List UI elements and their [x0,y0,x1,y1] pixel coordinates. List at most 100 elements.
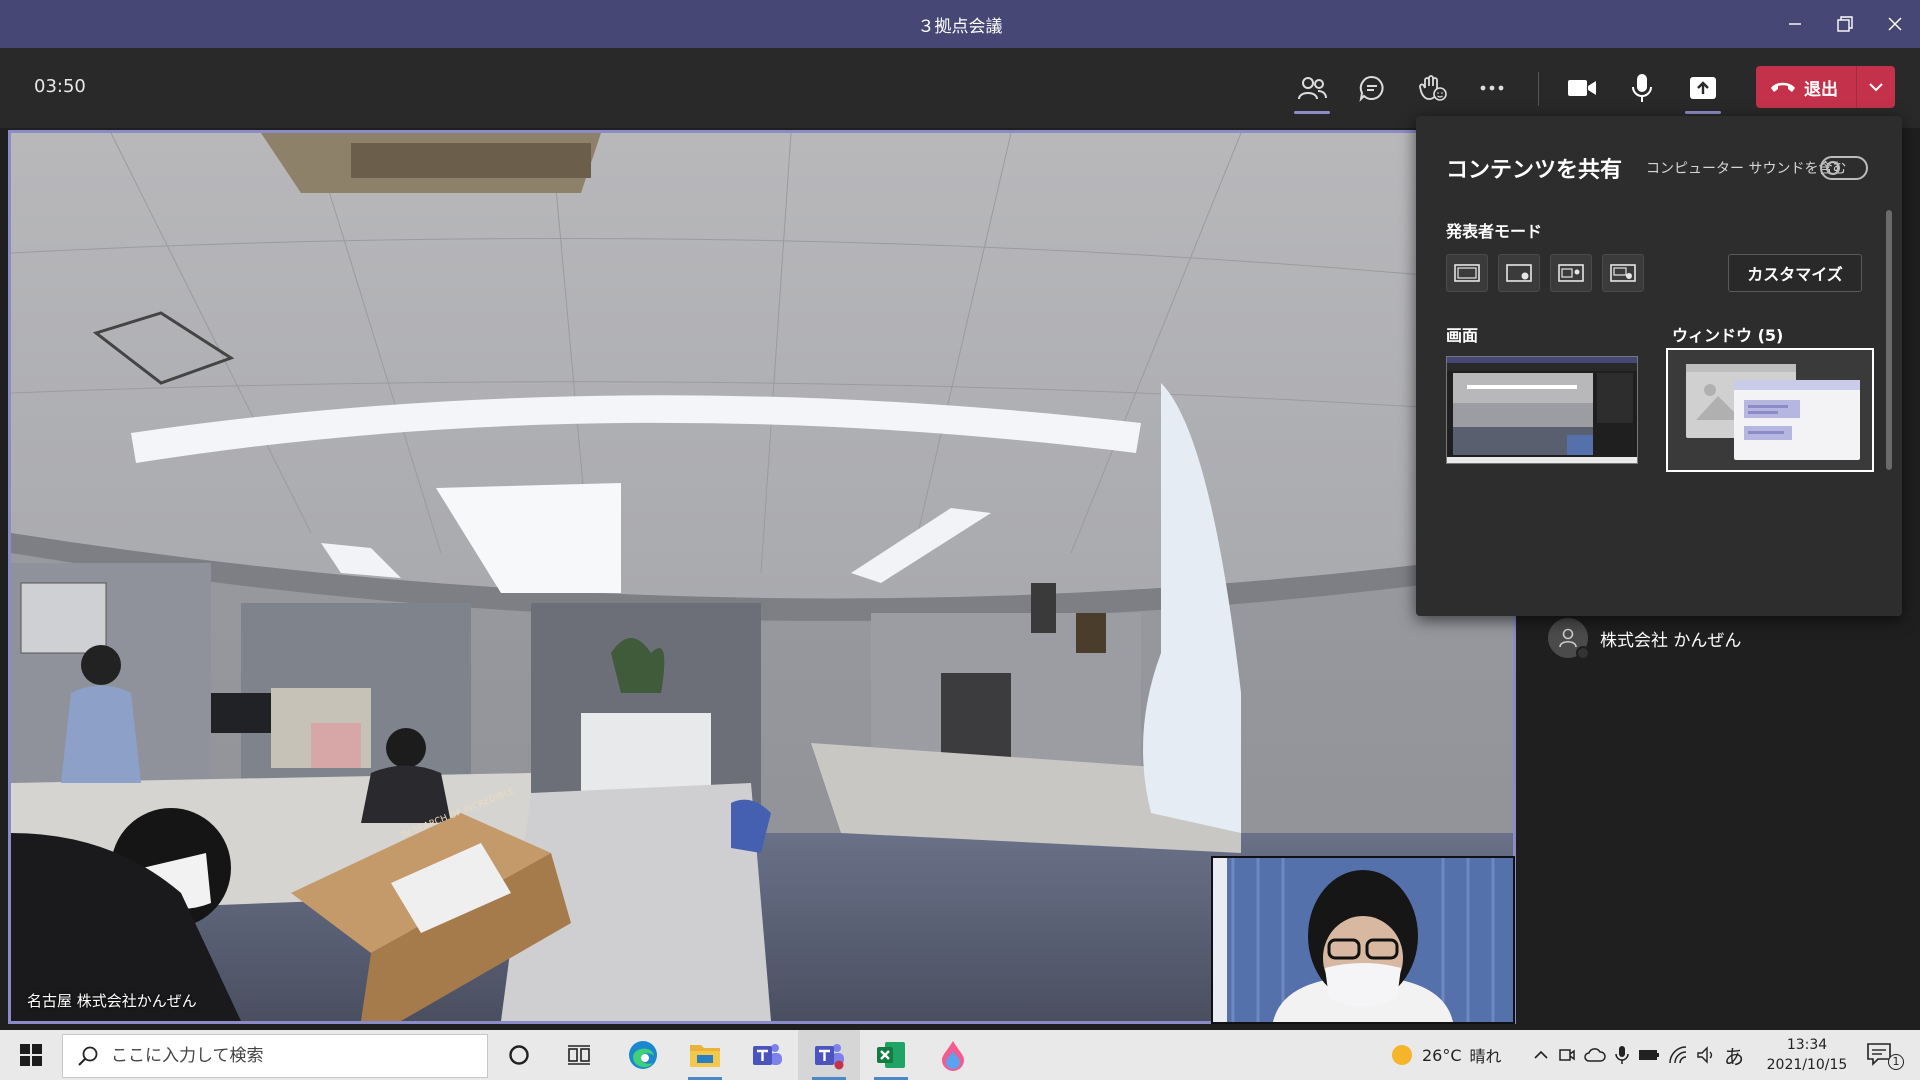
participants-icon [1298,77,1327,100]
self-video-feed [1213,858,1513,1022]
window-thumbnail[interactable] [1666,348,1874,472]
window-controls [1770,0,1920,48]
customize-button[interactable]: カスタマイズ [1728,254,1862,292]
participant-item[interactable]: 株式会社 かんぜん [1548,618,1742,660]
chat-icon [1359,75,1384,102]
leave-button-group: 退出 [1756,66,1895,108]
standout-icon [1506,264,1532,282]
windows-logo-icon [20,1044,42,1066]
microphone-button[interactable] [1620,66,1664,110]
content-only-icon [1454,264,1480,282]
wifi-icon[interactable] [1668,1046,1688,1064]
weather-widget[interactable]: 26°C 晴れ [1390,1043,1502,1067]
edge-icon [629,1041,657,1069]
offline-status-icon [1576,646,1590,660]
screen-preview-image [1447,357,1637,463]
avatar [1548,618,1590,660]
mode-side-by-side-button[interactable] [1550,254,1592,292]
window-preview-image [1668,350,1872,470]
search-icon [78,1046,98,1066]
microphone-tray-icon[interactable] [1614,1045,1630,1065]
weather-desc: 晴れ [1469,1047,1502,1066]
more-icon [1480,85,1504,91]
restore-icon [1837,16,1853,32]
teams-app-button[interactable] [736,1030,798,1080]
cortana-button[interactable] [488,1030,550,1080]
weather-temp: 26°C [1422,1045,1462,1065]
teams-icon [753,1044,782,1065]
screen-thumbnail[interactable] [1446,356,1638,464]
onedrive-icon[interactable] [1584,1047,1606,1063]
clock-time: 13:34 [1786,1037,1828,1053]
excel-icon [877,1042,905,1068]
task-view-icon [568,1045,590,1065]
close-icon [1888,17,1902,31]
computer-sound-toggle[interactable] [1820,156,1868,180]
mic-icon [1632,74,1652,102]
share-panel-title: コンテンツを共有 [1446,158,1623,183]
leave-button[interactable]: 退出 [1756,66,1856,108]
taskbar-clock[interactable]: 13:34 2021/10/15 [1764,1035,1850,1075]
leave-label: 退出 [1804,79,1838,100]
meeting-timer: 03:50 [34,76,86,97]
cortana-icon [509,1045,529,1065]
share-panel-scrollbar[interactable] [1886,210,1892,470]
reactions-button[interactable] [1410,66,1454,110]
clock-date: 2021/10/15 [1766,1057,1848,1073]
restore-button[interactable] [1820,0,1870,48]
search-input[interactable] [111,1046,471,1066]
start-button[interactable] [0,1030,62,1080]
participants-button[interactable] [1290,66,1334,114]
notification-center-button[interactable]: 1 [1866,1040,1906,1070]
chevron-down-icon [1869,83,1883,92]
phone-hangup-icon [1771,82,1795,92]
person-icon [1559,628,1577,648]
share-content-panel: コンテンツを共有 コンピューター サウンドを含む 発表者モード カスタマイズ 画… [1416,116,1902,616]
sun-icon [1392,1045,1412,1065]
paint-icon [942,1041,964,1071]
leave-options-button[interactable] [1857,82,1895,92]
window-title: ３拠点会議 [917,16,1003,37]
presenter-mode-label: 発表者モード [1446,222,1543,241]
mode-reporter-button[interactable] [1602,254,1644,292]
paint-app-button[interactable] [922,1030,984,1080]
minimize-button[interactable] [1770,0,1820,48]
file-explorer-button[interactable] [674,1030,736,1080]
close-button[interactable] [1870,0,1920,48]
side-by-side-icon [1558,264,1584,282]
mode-standout-button[interactable] [1498,254,1540,292]
camera-icon [1568,80,1596,96]
stage-caption: 名古屋 株式会社かんぜん [27,992,197,1010]
screen-section-label: 画面 [1446,326,1479,345]
battery-icon[interactable] [1638,1048,1660,1062]
windows-taskbar: 26°C 晴れ あ 13:34 2021/10/15 1 [0,1030,1920,1080]
meet-now-icon[interactable] [1558,1046,1576,1064]
notification-count: 1 [1888,1054,1904,1070]
computer-sound-label: コンピューター サウンドを含む [1646,161,1847,177]
teams-meeting-icon [815,1044,844,1070]
chevron-up-icon[interactable] [1532,1046,1550,1064]
folder-icon [690,1045,720,1067]
chat-button[interactable] [1350,66,1394,110]
customize-label: カスタマイズ [1747,265,1843,284]
task-view-button[interactable] [548,1030,610,1080]
camera-button[interactable] [1560,66,1604,110]
share-icon [1690,77,1716,99]
mode-content-only-button[interactable] [1446,254,1488,292]
toolbar-divider [1538,72,1539,106]
reactions-icon [1419,75,1447,101]
title-bar: ３拠点会議 [0,0,1920,48]
share-content-button[interactable] [1681,66,1725,114]
excel-app-button[interactable] [860,1030,922,1080]
window-section-label: ウィンドウ (5) [1672,326,1784,345]
volume-icon[interactable] [1696,1046,1716,1064]
teams-meeting-button[interactable] [798,1030,860,1080]
taskbar-search[interactable] [62,1034,488,1078]
self-video-preview[interactable] [1211,856,1515,1024]
participant-name: 株式会社 かんぜん [1600,630,1742,651]
minimize-icon [1789,23,1801,25]
reporter-icon [1610,264,1636,282]
more-actions-button[interactable] [1470,66,1514,110]
edge-app-button[interactable] [612,1030,674,1080]
ime-indicator[interactable]: あ [1724,1041,1744,1070]
